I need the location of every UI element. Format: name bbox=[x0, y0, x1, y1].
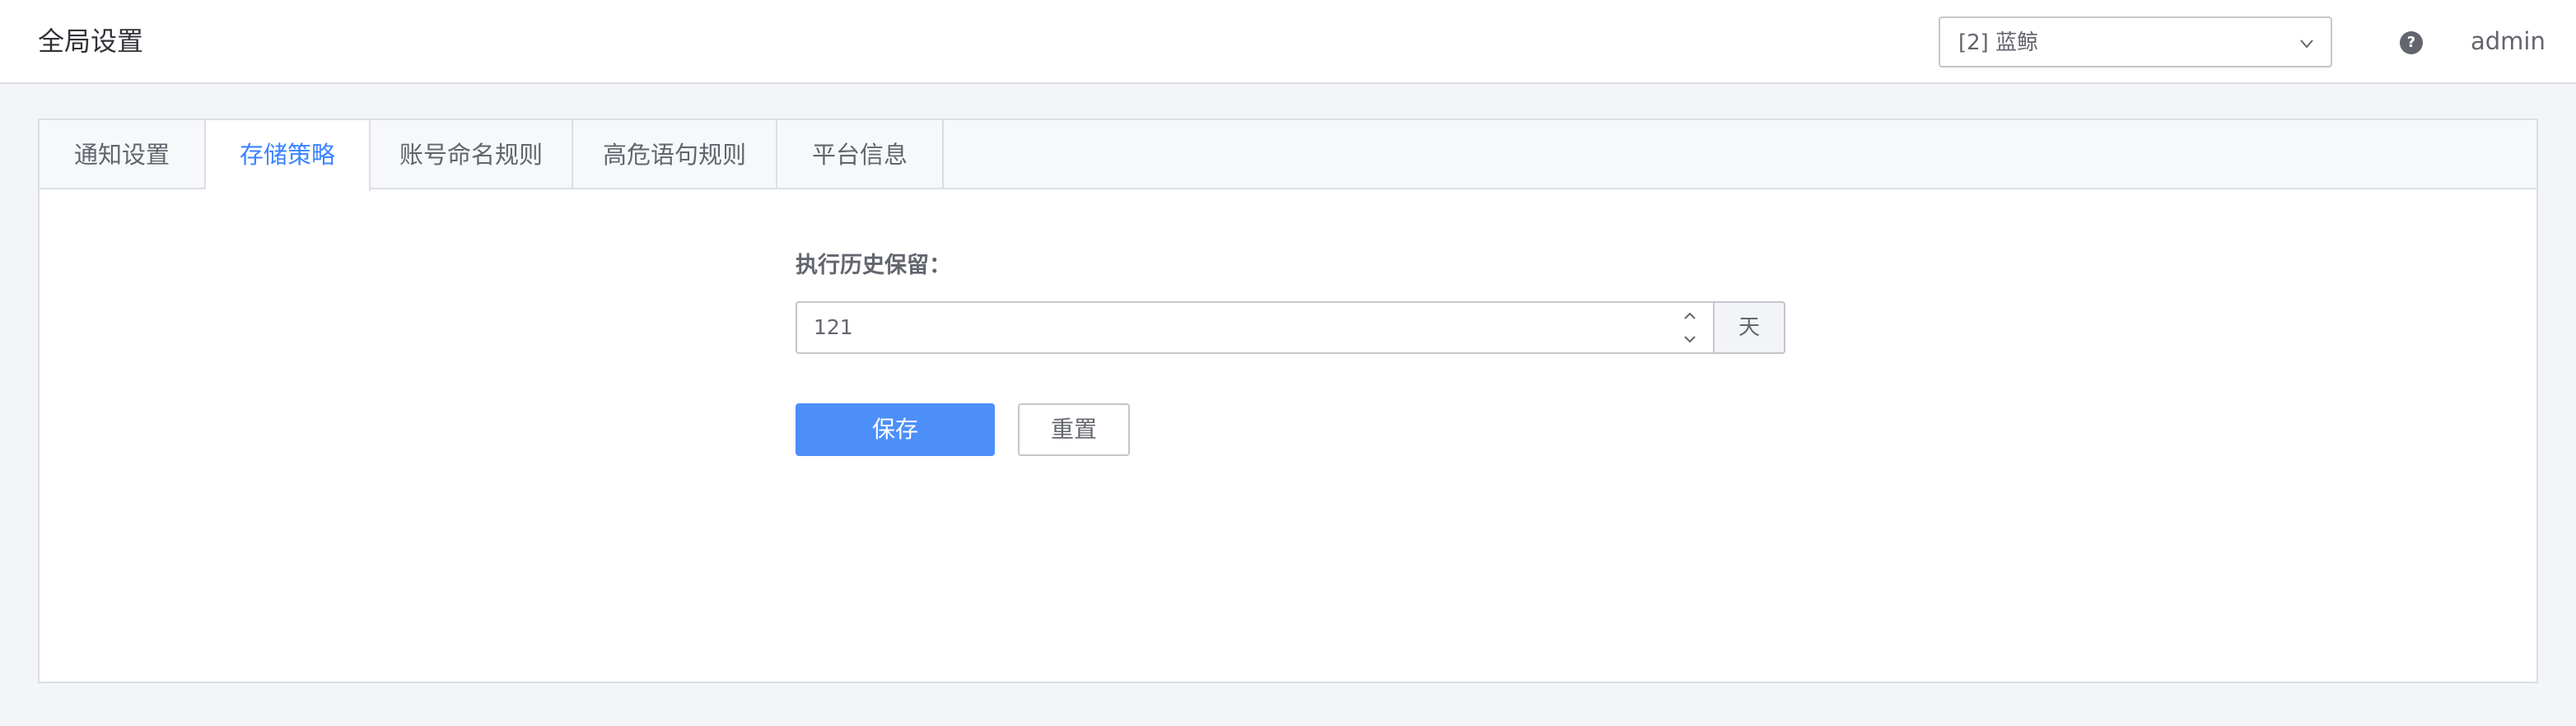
reset-button[interactable]: 重置 bbox=[1018, 403, 1130, 456]
tab-bar: 通知设置 存储策略 账号命名规则 高危语句规则 平台信息 bbox=[40, 120, 2536, 191]
top-header: 全局设置 [2] 蓝鲸 ? admin bbox=[0, 0, 2576, 84]
history-retention-value: 121 bbox=[814, 315, 853, 339]
unit-label: 天 bbox=[1713, 301, 1785, 354]
page-title: 全局设置 bbox=[38, 26, 144, 57]
chevron-up-icon[interactable] bbox=[1680, 306, 1700, 326]
business-select[interactable]: [2] 蓝鲸 bbox=[1939, 16, 2332, 67]
tab-storage-policy[interactable]: 存储策略 bbox=[206, 120, 371, 191]
settings-card: 通知设置 存储策略 账号命名规则 高危语句规则 平台信息 执行历史保留： 121… bbox=[38, 119, 2538, 683]
history-retention-input[interactable]: 121 bbox=[796, 301, 1713, 354]
chevron-down-icon[interactable] bbox=[1680, 329, 1700, 349]
tab-notification-settings[interactable]: 通知设置 bbox=[40, 120, 206, 189]
business-select-value: [2] 蓝鲸 bbox=[1958, 30, 2039, 55]
tab-account-naming-rules[interactable]: 账号命名规则 bbox=[371, 120, 573, 189]
chevron-down-icon bbox=[2300, 40, 2313, 49]
number-stepper bbox=[1680, 306, 1700, 349]
help-icon[interactable]: ? bbox=[2400, 31, 2423, 54]
save-button[interactable]: 保存 bbox=[796, 403, 995, 456]
user-menu[interactable]: admin bbox=[2471, 25, 2546, 58]
history-retention-label: 执行历史保留： bbox=[796, 253, 951, 278]
tab-dangerous-statement-rules[interactable]: 高危语句规则 bbox=[573, 120, 777, 189]
tab-platform-info[interactable]: 平台信息 bbox=[777, 120, 944, 189]
